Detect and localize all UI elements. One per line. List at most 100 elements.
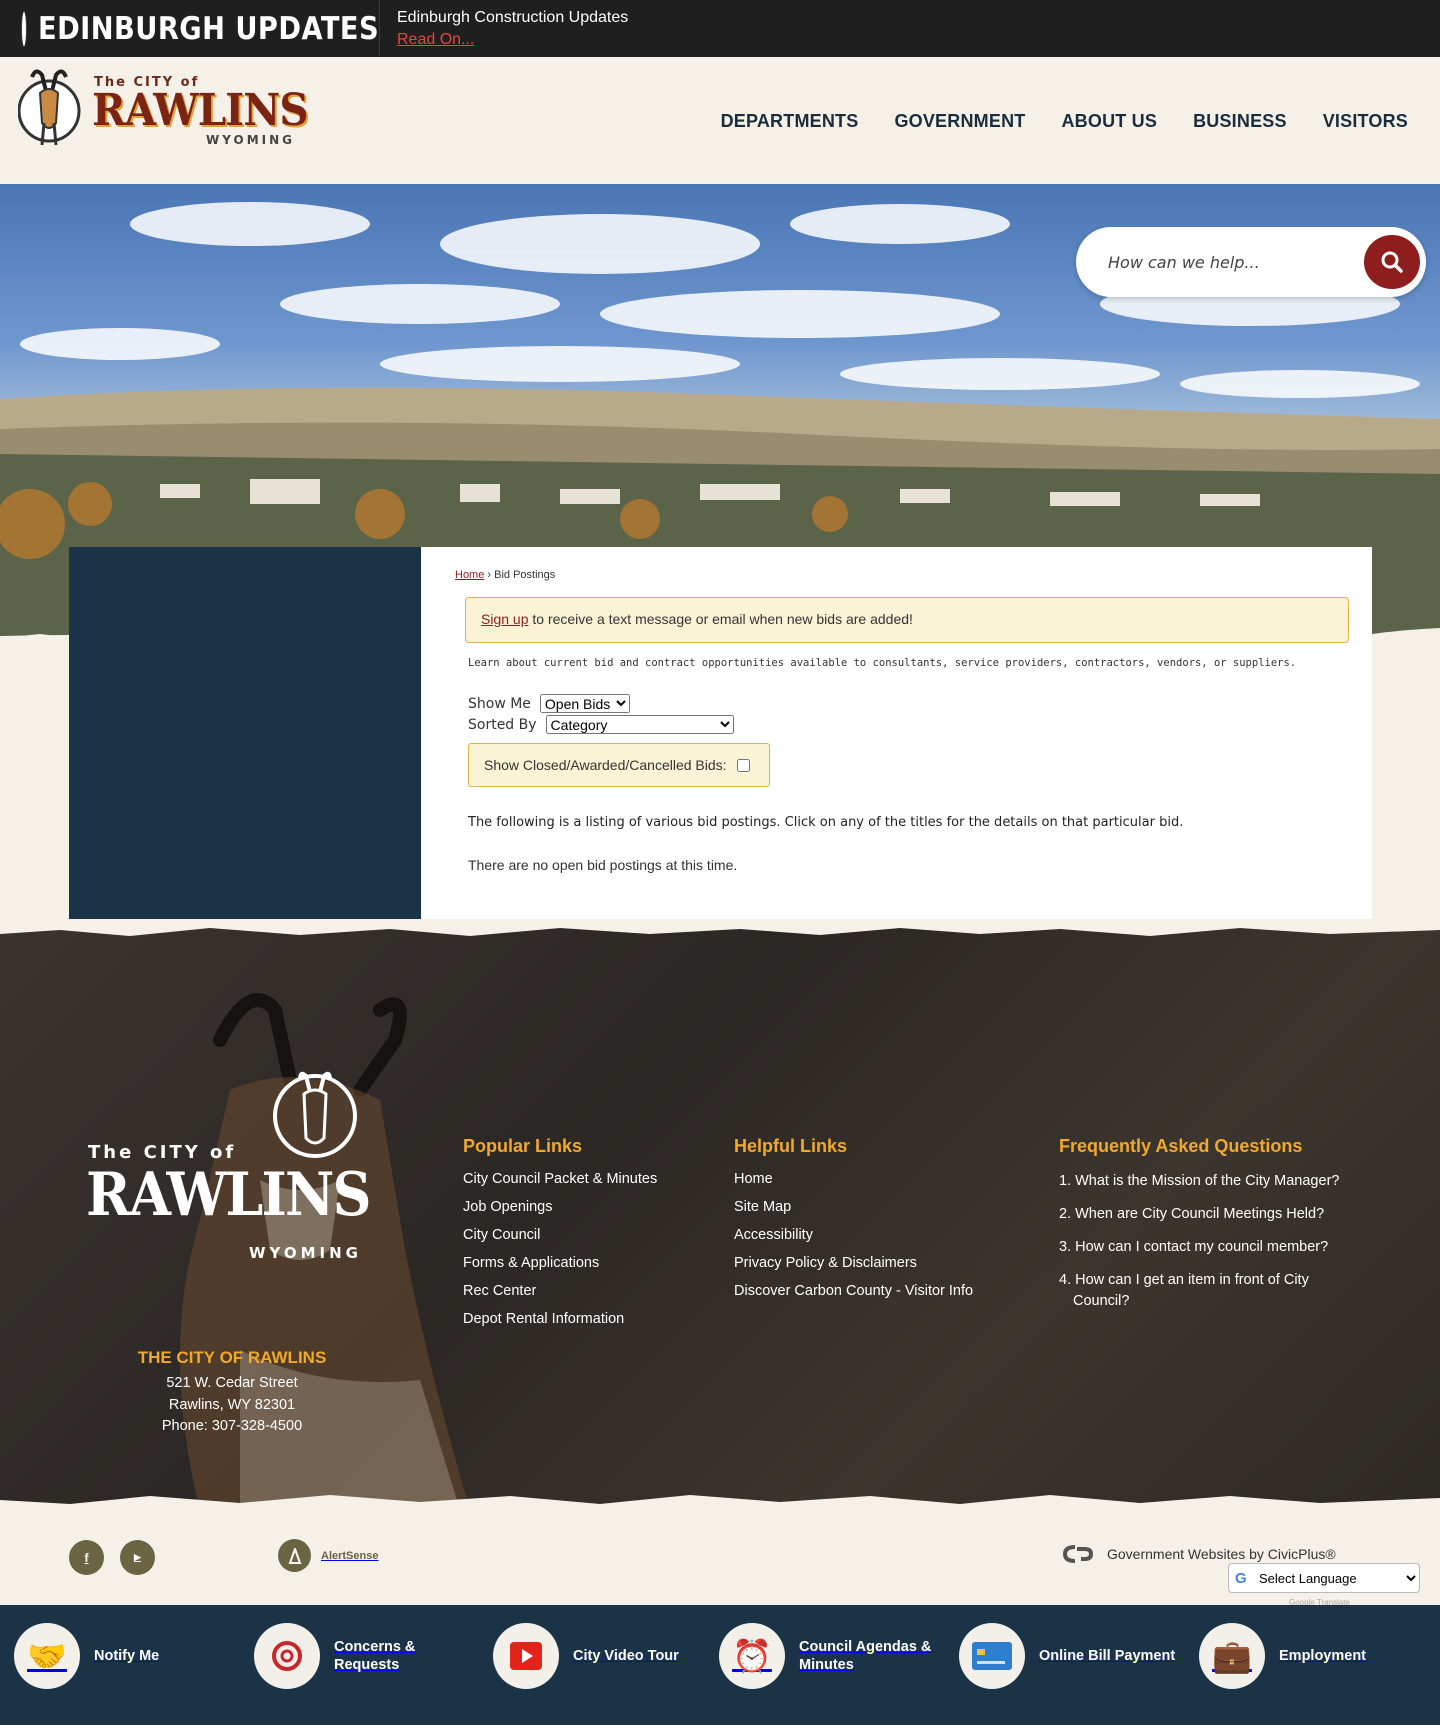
- helpful-link-home[interactable]: Home: [734, 1171, 973, 1187]
- sorted-by-row: Sorted By Category: [468, 714, 1338, 735]
- search-icon: [1381, 251, 1403, 273]
- logo-city-name: RAWLINS: [92, 85, 309, 136]
- nav-departments[interactable]: DEPARTMENTS: [721, 111, 859, 132]
- faq-links: Frequently Asked Questions 1. What is th…: [1059, 1136, 1359, 1324]
- quick-link-bill-payment[interactable]: Online Bill Payment: [959, 1623, 1189, 1689]
- quick-link-notify-me[interactable]: 🤝 Notify Me: [14, 1623, 244, 1689]
- logo-state: WYOMING: [206, 133, 295, 147]
- play-icon: [493, 1623, 559, 1689]
- breadcrumb: Home › Bid Postings: [455, 569, 1338, 581]
- antelope-logo-icon: [18, 69, 81, 146]
- civicplus-label: Government Websites by CivicPlus®: [1107, 1546, 1336, 1562]
- alert-message: Edinburgh Construction Updates Read On..…: [380, 9, 628, 49]
- footer-address: 521 W. Cedar Street Rawlins, WY 82301 Ph…: [52, 1373, 412, 1438]
- language-select[interactable]: Select Language: [1228, 1563, 1420, 1593]
- quick-link-video-tour[interactable]: City Video Tour: [493, 1623, 723, 1689]
- signup-text: to receive a text message or email when …: [528, 611, 913, 627]
- helpful-links-title: Helpful Links: [734, 1136, 848, 1156]
- nav-government[interactable]: GOVERNMENT: [894, 111, 1025, 132]
- bids-description: Learn about current bid and contract opp…: [468, 657, 1297, 669]
- civicplus-icon: [1063, 1545, 1093, 1563]
- main-content: Home › Bid Postings Sign up to receive a…: [421, 547, 1372, 919]
- search-input[interactable]: [1108, 247, 1358, 277]
- popular-link-depot-rental[interactable]: Depot Rental Information: [463, 1311, 657, 1327]
- footer-logo-city: RAWLINS: [86, 1160, 372, 1230]
- quick-links-bar: 🤝 Notify Me Concerns & Requests City Vid…: [0, 1605, 1440, 1725]
- quick-link-label: Online Bill Payment: [1039, 1648, 1176, 1664]
- alert-heading-block: EDINBURGH UPDATES: [0, 0, 380, 57]
- popular-links-title: Popular Links: [463, 1136, 583, 1156]
- quick-link-concerns[interactable]: Concerns & Requests: [254, 1623, 484, 1689]
- helpful-link-site-map[interactable]: Site Map: [734, 1199, 973, 1215]
- briefcase-icon: 💼: [1199, 1623, 1265, 1689]
- footer-city-name: THE CITY OF RAWLINS: [137, 1348, 327, 1367]
- popular-link-forms[interactable]: Forms & Applications: [463, 1255, 657, 1271]
- nav-business[interactable]: BUSINESS: [1193, 111, 1287, 132]
- handshake-icon: 🤝: [14, 1623, 80, 1689]
- address-street: 521 W. Cedar Street: [166, 1375, 298, 1391]
- breadcrumb-separator: ›: [487, 569, 492, 581]
- show-me-select[interactable]: Open Bids: [539, 694, 630, 713]
- nav-about-us[interactable]: ABOUT US: [1061, 111, 1157, 132]
- alert-bar: EDINBURGH UPDATES Edinburgh Construction…: [0, 0, 1440, 57]
- helpful-link-accessibility[interactable]: Accessibility: [734, 1227, 973, 1243]
- alert-heading: EDINBURGH UPDATES: [38, 10, 380, 47]
- sidebar-panel: [69, 547, 421, 919]
- show-closed-checkbox[interactable]: [736, 758, 750, 772]
- quick-link-council-agendas[interactable]: ⏰ Council Agendas & Minutes: [719, 1623, 949, 1689]
- helpful-links: Helpful Links Home Site Map Accessibilit…: [734, 1136, 973, 1311]
- popular-link-council-packet[interactable]: City Council Packet & Minutes: [463, 1171, 657, 1187]
- alertsense-link[interactable]: AlertSense: [268, 1539, 378, 1572]
- nav-visitors[interactable]: VISITORS: [1323, 111, 1408, 132]
- helpful-link-privacy[interactable]: Privacy Policy & Disclaimers: [734, 1255, 973, 1271]
- breadcrumb-current: Bid Postings: [494, 569, 556, 581]
- alert-title: Edinburgh Construction Updates: [397, 8, 629, 26]
- footer-bottom-strip: f ▶ AlertSense Government Websites by Ci…: [0, 1505, 1440, 1607]
- faq-item[interactable]: 4. How can I get an item in front of Cit…: [1059, 1270, 1359, 1312]
- site-header: The CITY of RAWLINS WYOMING DEPARTMENTS …: [0, 57, 1440, 184]
- youtube-icon[interactable]: ▶: [120, 1540, 155, 1575]
- alertsense-label: AlertSense: [321, 1549, 379, 1562]
- alert-read-on-link[interactable]: Read On...: [397, 31, 628, 49]
- quick-link-label: Notify Me: [94, 1648, 160, 1664]
- address-phone: Phone: 307-328-4500: [161, 1418, 303, 1434]
- footer-logo: The CITY of RAWLINS WYOMING: [86, 1071, 386, 1272]
- show-closed-box: Show Closed/Awarded/Cancelled Bids:: [468, 743, 770, 787]
- sorted-by-select[interactable]: Category: [545, 715, 734, 734]
- bid-filter-controls: Show Me Open Bids Sorted By Category: [468, 693, 1338, 735]
- signup-notice: Sign up to receive a text message or ema…: [465, 597, 1349, 643]
- faq-item[interactable]: 1. What is the Mission of the City Manag…: [1059, 1171, 1359, 1192]
- civicplus-link[interactable]: Government Websites by CivicPlus®: [1063, 1545, 1336, 1563]
- sorted-by-label: Sorted By: [468, 716, 537, 733]
- show-me-row: Show Me Open Bids: [468, 693, 1338, 714]
- popular-link-rec-center[interactable]: Rec Center: [463, 1283, 657, 1299]
- popular-links: Popular Links City Council Packet & Minu…: [463, 1136, 657, 1339]
- breadcrumb-home-link[interactable]: Home: [455, 569, 484, 581]
- helpful-link-carbon-county[interactable]: Discover Carbon County - Visitor Info: [734, 1283, 973, 1299]
- alarm-clock-icon: ⏰: [719, 1623, 785, 1689]
- footer-logo-state: WYOMING: [249, 1244, 362, 1262]
- quick-link-employment[interactable]: 💼 Employment: [1199, 1623, 1429, 1689]
- main-nav: DEPARTMENTS GOVERNMENT ABOUT US BUSINESS…: [721, 111, 1408, 132]
- quick-link-label: City Video Tour: [573, 1648, 679, 1664]
- quick-link-label: Council Agendas & Minutes: [799, 1639, 932, 1673]
- no-bids-message: There are no open bid postings at this t…: [468, 857, 738, 873]
- signup-link[interactable]: Sign up: [481, 611, 528, 627]
- popular-link-city-council[interactable]: City Council: [463, 1227, 657, 1243]
- popular-link-job-openings[interactable]: Job Openings: [463, 1199, 657, 1215]
- address-city: Rawlins, WY 82301: [168, 1396, 296, 1413]
- facebook-icon[interactable]: f: [69, 1540, 104, 1575]
- alertsense-icon: [278, 1539, 311, 1572]
- quick-link-label: Concerns & Requests: [334, 1639, 416, 1673]
- city-logo[interactable]: The CITY of RAWLINS WYOMING: [18, 63, 309, 153]
- quick-link-label: Employment: [1279, 1648, 1367, 1664]
- alert-light-icon: [22, 11, 26, 46]
- show-me-label: Show Me: [468, 695, 531, 712]
- faq-item[interactable]: 2. When are City Council Meetings Held?: [1059, 1204, 1359, 1225]
- faq-title: Frequently Asked Questions: [1059, 1136, 1303, 1156]
- search-button[interactable]: [1364, 235, 1420, 289]
- faq-item[interactable]: 3. How can I contact my council member?: [1059, 1237, 1359, 1258]
- show-closed-label: Show Closed/Awarded/Cancelled Bids:: [484, 757, 727, 773]
- search-bar: [1076, 227, 1426, 297]
- listing-description: The following is a listing of various bi…: [468, 815, 1184, 830]
